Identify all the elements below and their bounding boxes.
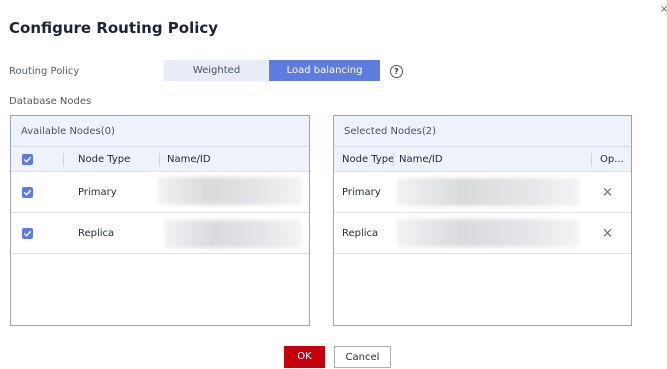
close-icon[interactable]: × [660,4,667,15]
redacted-name-id [397,178,579,206]
column-operation: Op... [600,153,624,165]
table-row[interactable]: Replica [11,213,309,254]
node-type-cell: Primary [78,186,117,198]
table-row[interactable]: Primary [11,172,309,213]
checkmark-icon [23,230,32,237]
column-name-id: Name/ID [167,153,211,165]
database-nodes-label: Database Nodes [9,96,92,107]
table-row: Primary × [334,172,631,213]
redacted-name-id [158,177,302,205]
selected-nodes-title: Selected Nodes(2) [334,116,631,147]
checkmark-icon [23,189,32,196]
available-table-header: Node Type Name/ID [11,147,309,172]
weighted-option[interactable]: Weighted [164,60,269,81]
close-icon[interactable]: × [602,172,613,212]
select-all-checkbox[interactable] [22,153,33,165]
column-node-type: Node Type [78,153,131,165]
load-balancing-option[interactable]: Load balancing [269,60,380,81]
column-name-id: Name/ID [399,153,443,165]
row-checkbox[interactable] [22,186,33,198]
available-nodes-title: Available Nodes(0) [11,116,309,147]
node-type-cell: Replica [78,227,115,239]
routing-policy-label: Routing Policy [9,66,80,77]
table-row: Replica × [334,213,631,254]
node-type-cell: Replica [342,227,379,239]
routing-policy-toggle: Weighted Load balancing [164,60,380,81]
node-type-cell: Primary [342,186,381,198]
column-node-type: Node Type [342,153,395,165]
dialog-title: Configure Routing Policy [9,19,219,37]
close-icon[interactable]: × [602,213,613,253]
row-checkbox[interactable] [22,227,33,239]
redacted-name-id [397,219,579,247]
selected-nodes-panel: Selected Nodes(2) Node Type Name/ID Op..… [333,115,632,326]
available-nodes-panel: Available Nodes(0) Node Type Name/ID Pri… [10,115,310,326]
checkmark-icon [23,156,32,163]
help-circle-icon[interactable]: ? [390,65,403,78]
redacted-name-id [165,220,301,248]
selected-table-header: Node Type Name/ID Op... [334,147,631,172]
